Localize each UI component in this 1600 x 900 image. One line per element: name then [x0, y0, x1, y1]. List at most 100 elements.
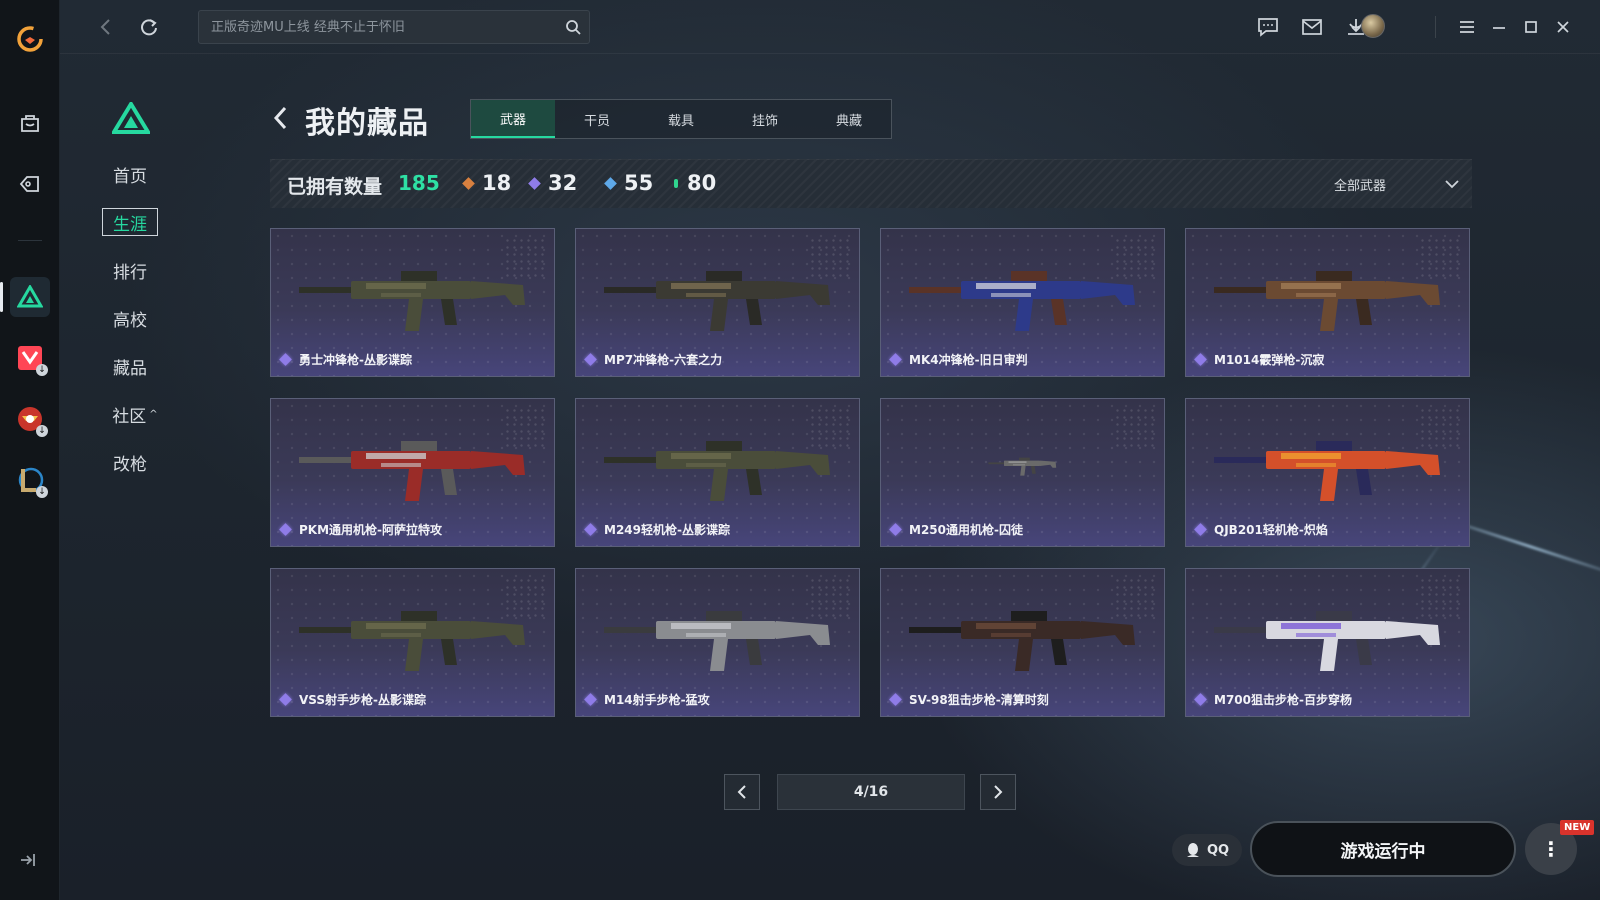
owned-label: 已拥有数量	[287, 176, 383, 198]
next-page-button[interactable]	[980, 774, 1016, 810]
chevron-down-icon	[1445, 180, 1459, 189]
page-title: 我的藏品	[305, 106, 429, 141]
top-bar	[60, 0, 1600, 54]
weapon-card[interactable]: SV-98狙击步枪-清算时刻	[880, 568, 1165, 717]
tab-weapons[interactable]: 武器	[471, 100, 555, 138]
weapon-image	[909, 271, 1135, 331]
menu-item-gunsmith[interactable]: 改枪	[102, 448, 158, 476]
download-badge-icon: ↓	[36, 364, 48, 376]
divider	[1435, 16, 1436, 38]
purple-diamond-icon	[584, 693, 597, 706]
tag-icon[interactable]	[10, 164, 50, 204]
tab-vehicles[interactable]: 载具	[639, 100, 723, 138]
chevron-up-icon: ^	[149, 408, 158, 420]
purple-diamond-icon	[279, 353, 292, 366]
weapon-card[interactable]: M700狙击步枪-百步穿杨	[1185, 568, 1470, 717]
weapon-card[interactable]: M1014霰弹枪-沉寂	[1185, 228, 1470, 377]
weapon-card[interactable]: MK4冲锋枪-旧日审判	[880, 228, 1165, 377]
maximize-icon[interactable]	[1517, 14, 1545, 40]
search-input[interactable]	[199, 11, 559, 43]
weapon-name-label: VSS射手步枪-丛影谍踪	[279, 691, 426, 708]
weapon-name-label: PKM通用机枪-阿萨拉特攻	[279, 521, 443, 538]
menu-icon[interactable]	[1453, 14, 1481, 40]
menu-item-home[interactable]: 首页	[102, 160, 158, 188]
game-logo-icon	[110, 100, 152, 138]
close-icon[interactable]	[1549, 14, 1577, 40]
purple-diamond-icon	[584, 353, 597, 366]
download-badge-icon: ↓	[36, 425, 48, 437]
avatar[interactable]	[1361, 14, 1385, 38]
menu-item-ranking[interactable]: 排行	[102, 256, 158, 284]
search-box	[198, 10, 590, 44]
weapon-name-label: SV-98狙击步枪-清算时刻	[889, 691, 1049, 708]
purple-diamond-icon	[889, 523, 902, 536]
tab-charms[interactable]: 挂饰	[723, 100, 807, 138]
purple-diamond-icon	[889, 693, 902, 706]
weapon-card[interactable]: 勇士冲锋枪-丛影谍踪	[270, 228, 555, 377]
chevron-left-icon	[737, 785, 746, 799]
weapon-name: QJB201轻机枪-炽焰	[1214, 523, 1328, 537]
store-bag-icon[interactable]	[10, 103, 50, 143]
game-triangle-icon[interactable]	[10, 277, 50, 317]
weapon-name-label: QJB201轻机枪-炽焰	[1194, 521, 1328, 538]
weapon-card[interactable]: M250通用机枪-囚徒	[880, 398, 1165, 547]
weapon-card[interactable]: QJB201轻机枪-炽焰	[1185, 398, 1470, 547]
search-icon[interactable]	[565, 19, 581, 39]
collapse-icon[interactable]	[19, 852, 37, 872]
purple-diamond-icon	[1194, 353, 1207, 366]
valorant-icon[interactable]: ↓	[10, 338, 50, 378]
weapon-card[interactable]: MP7冲锋枪-六套之力	[575, 228, 860, 377]
weapon-name: PKM通用机枪-阿萨拉特攻	[299, 523, 443, 537]
weapon-name-label: MP7冲锋枪-六套之力	[584, 351, 722, 368]
menu-item-collection[interactable]: 藏品	[102, 352, 158, 380]
crossfire-icon[interactable]: ↓	[10, 399, 50, 439]
purple-diamond-icon	[1194, 693, 1207, 706]
weapon-image	[299, 611, 525, 671]
weapon-name-label: M14射手步枪-猛攻	[584, 691, 710, 708]
weapon-name-label: 勇士冲锋枪-丛影谍踪	[279, 351, 412, 368]
app-logo-icon[interactable]	[10, 19, 50, 59]
weapon-name: MK4冲锋枪-旧日审判	[909, 353, 1028, 367]
tab-archive[interactable]: 典藏	[807, 100, 891, 138]
weapon-name: M249轻机枪-丛影谍踪	[604, 523, 730, 537]
mail-icon[interactable]	[1298, 14, 1326, 40]
back-arrow-icon[interactable]	[92, 14, 118, 40]
weapon-name: M250通用机枪-囚徒	[909, 523, 1023, 537]
weapon-image	[604, 441, 830, 501]
menu-item-community[interactable]: 社区 ^	[107, 400, 163, 428]
minimize-icon[interactable]	[1485, 14, 1513, 40]
weapon-image	[299, 441, 525, 501]
prev-page-button[interactable]	[724, 774, 760, 810]
tab-operators[interactable]: 干员	[555, 100, 639, 138]
weapon-card[interactable]: M249轻机枪-丛影谍踪	[575, 398, 860, 547]
menu-item-college[interactable]: 高校	[102, 304, 158, 332]
weapon-image	[909, 611, 1135, 671]
weapon-image	[1214, 271, 1440, 331]
tier-purple-count: 32	[528, 171, 577, 195]
purple-diamond-icon	[584, 523, 597, 536]
weapon-name-label: M1014霰弹枪-沉寂	[1194, 351, 1324, 368]
lol-icon[interactable]: ↓	[10, 460, 50, 500]
weapon-filter-dropdown[interactable]: 全部武器	[1334, 172, 1468, 196]
owned-count: 185	[398, 171, 440, 195]
category-tabs: 武器 干员 载具 挂饰 典藏	[470, 99, 892, 139]
tier-green-count: 80	[674, 171, 716, 195]
tier-orange-count: 18	[462, 171, 511, 195]
left-rail: ↓ ↓ ↓	[0, 0, 60, 900]
weapon-card[interactable]: M14射手步枪-猛攻	[575, 568, 860, 717]
qq-button[interactable]: QQ	[1172, 834, 1242, 866]
green-tier-icon	[674, 178, 678, 188]
weapon-image	[1214, 611, 1440, 671]
weapon-card[interactable]: PKM通用机枪-阿萨拉特攻	[270, 398, 555, 547]
game-running-button[interactable]: 游戏运行中	[1250, 821, 1516, 877]
weapon-card[interactable]: VSS射手步枪-丛影谍踪	[270, 568, 555, 717]
active-marker	[0, 282, 3, 312]
chevron-right-icon	[994, 785, 1003, 799]
chat-icon[interactable]	[1254, 14, 1282, 40]
weapon-image	[604, 271, 830, 331]
refresh-icon[interactable]	[136, 14, 162, 40]
menu-item-career[interactable]: 生涯	[102, 208, 158, 236]
download-badge-icon: ↓	[36, 486, 48, 498]
blue-diamond-icon	[604, 176, 617, 190]
page-back-icon[interactable]	[272, 104, 292, 132]
